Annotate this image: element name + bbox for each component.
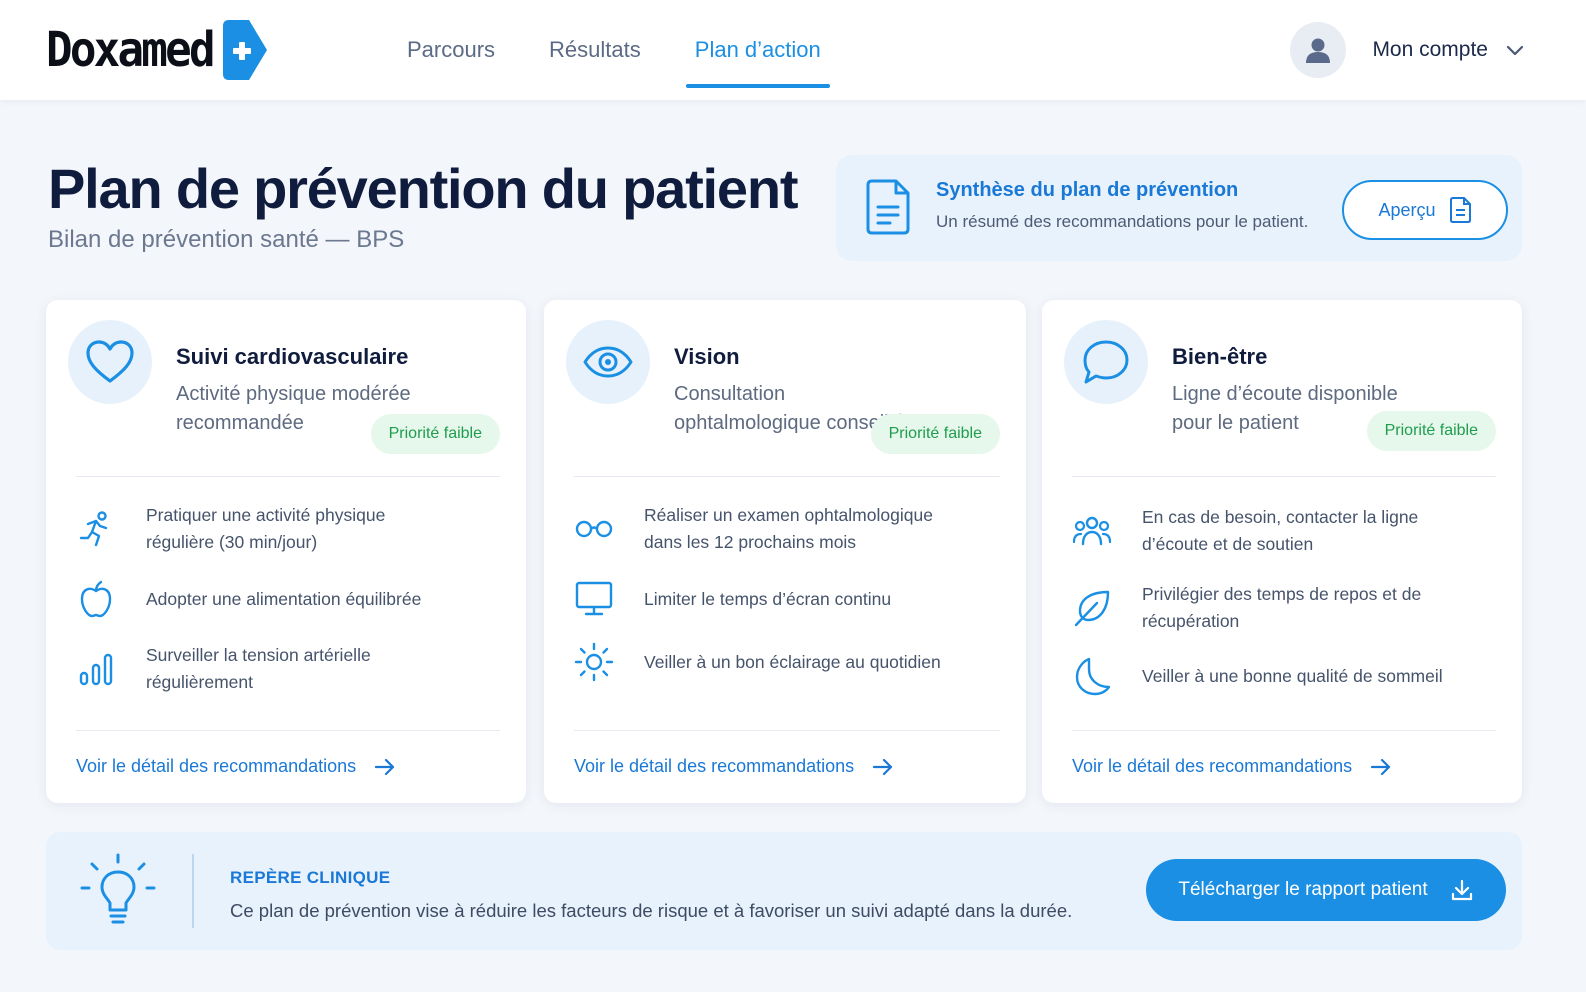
card-cardiovascular: Suivi cardiovasculaire Activité physique… [46, 300, 526, 803]
document-icon [866, 179, 910, 235]
top-header: Doxamed Parcours Résultats Plan d’action… [0, 0, 1586, 100]
file-icon [1449, 197, 1471, 223]
preview-button[interactable]: Aperçu [1342, 180, 1508, 240]
account-menu[interactable]: Mon compte [1290, 22, 1526, 78]
chat-bubble-icon [1083, 340, 1129, 384]
list-item-text: Privilégier des temps de repos et de réc… [1142, 584, 1422, 631]
people-icon [1072, 511, 1112, 551]
list-item: Pratiquer une activité physique régulièr… [76, 502, 500, 556]
brand-logo[interactable]: Doxamed [46, 20, 268, 80]
apple-icon [76, 579, 116, 619]
heart-icon [86, 340, 134, 383]
arrow-right-icon [873, 758, 893, 775]
plus-icon [223, 20, 268, 80]
list-item: En cas de besoin, contacter la ligne d’é… [1072, 504, 1496, 558]
chevron-down-icon [1506, 45, 1524, 56]
details-link-label: Voir le détail des recommandations [574, 756, 855, 776]
avatar [1290, 22, 1347, 78]
download-report-button[interactable]: Télécharger le rapport patient [1146, 859, 1506, 921]
list-item: Limiter le temps d’écran continu [574, 579, 1000, 619]
list-item-text: Pratiquer une activité physique régulièr… [146, 505, 386, 552]
list-item-text: Surveiller la tension artérielle réguliè… [146, 645, 371, 692]
nav-tab-plan-action[interactable]: Plan d’action [668, 0, 848, 100]
sun-icon [574, 642, 614, 682]
card-vision: Vision Consultation ophtalmologique cons… [544, 300, 1026, 803]
list-item-text: En cas de besoin, contacter la ligne d’é… [1142, 507, 1419, 554]
list-item: Privilégier des temps de repos et de réc… [1072, 581, 1496, 635]
user-icon [1306, 38, 1331, 63]
running-icon [76, 509, 116, 549]
page-subtitle: Bilan de prévention santé — BPS [48, 226, 405, 253]
card-title: Vision [674, 344, 740, 369]
list-item: Réaliser un examen ophtalmologique dans … [574, 502, 1000, 556]
details-link[interactable]: Voir le détail des recommandations [76, 756, 396, 777]
summary-description: Un résumé des recommandations pour le pa… [936, 212, 1309, 231]
list-item-text: Veiller à une bonne qualité de sommeil [1142, 665, 1443, 686]
clinical-note-heading: REPÈRE CLINIQUE [230, 868, 391, 887]
nav-tab-parcours[interactable]: Parcours [380, 0, 522, 100]
divider [1072, 730, 1496, 731]
list-item-text: Réaliser un examen ophtalmologique dans … [644, 505, 933, 552]
priority-badge: Priorité faible [370, 414, 500, 454]
card-icon-circle [68, 320, 152, 404]
download-icon [1451, 879, 1472, 901]
details-link[interactable]: Voir le détail des recommandations [1072, 756, 1392, 777]
details-link-label: Voir le détail des recommandations [1072, 756, 1353, 776]
account-label: Mon compte [1372, 38, 1488, 61]
card-title: Bien-être [1172, 344, 1268, 369]
clinical-note-text: Ce plan de prévention vise à réduire les… [230, 900, 1073, 921]
summary-title: Synthèse du plan de prévention [936, 179, 1239, 201]
moon-icon [1072, 656, 1112, 696]
list-item-text: Adopter une alimentation équilibrée [146, 588, 422, 609]
card-icon-circle [566, 320, 650, 404]
list-item: Surveiller la tension artérielle réguliè… [76, 642, 500, 696]
leaf-icon [1072, 588, 1112, 628]
monitor-icon [574, 579, 614, 619]
clinical-note-banner: REPÈRE CLINIQUE Ce plan de prévention vi… [46, 832, 1522, 950]
details-link-label: Voir le détail des recommandations [76, 756, 357, 776]
list-item-text: Limiter le temps d’écran continu [644, 588, 892, 609]
list-item: Adopter une alimentation équilibrée [76, 579, 500, 619]
glasses-icon [574, 509, 614, 549]
eye-icon [583, 346, 633, 378]
priority-badge: Priorité faible [1366, 411, 1496, 451]
banner-divider [192, 854, 194, 928]
arrow-right-icon [375, 758, 395, 775]
divider [76, 476, 500, 477]
nav-tab-resultats[interactable]: Résultats [522, 0, 668, 100]
details-link[interactable]: Voir le détail des recommandations [574, 756, 894, 777]
preview-button-label: Aperçu [1378, 199, 1436, 220]
divider [574, 476, 1000, 477]
divider [574, 730, 1000, 731]
brand-name: Doxamed [46, 22, 216, 78]
list-item: Veiller à une bonne qualité de sommeil [1072, 656, 1496, 696]
summary-panel: Synthèse du plan de prévention Un résumé… [836, 155, 1522, 261]
card-wellbeing: Bien-être Ligne d’écoute disponible pour… [1042, 300, 1522, 803]
lightbulb-icon [80, 853, 156, 924]
main-nav: Parcours Résultats Plan d’action [380, 0, 848, 100]
list-item-text: Veiller à un bon éclairage au quotidien [644, 651, 941, 672]
bar-chart-icon [76, 649, 116, 689]
divider [1072, 476, 1496, 477]
divider [76, 730, 500, 731]
priority-badge: Priorité faible [870, 414, 1000, 454]
card-title: Suivi cardiovasculaire [176, 344, 409, 369]
download-report-label: Télécharger le rapport patient [1178, 879, 1428, 900]
list-item: Veiller à un bon éclairage au quotidien [574, 642, 1000, 682]
card-icon-circle [1064, 320, 1148, 404]
page-title: Plan de prévention du patient [48, 157, 798, 220]
arrow-right-icon [1371, 758, 1391, 775]
